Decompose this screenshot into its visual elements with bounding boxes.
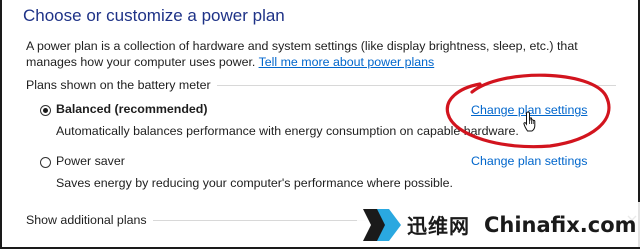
show-additional-plans[interactable]: Show additional plans [26, 213, 366, 227]
power-options-panel: Choose or customize a power plan A power… [0, 0, 640, 249]
balanced-plan-name[interactable]: Balanced (recommended) [56, 102, 207, 116]
watermark-cn: 迅维网 [407, 214, 470, 238]
plans-group-header: Plans shown on the battery meter [26, 78, 616, 92]
additional-divider [152, 219, 366, 221]
page-description: A power plan is a collection of hardware… [26, 38, 616, 70]
power-saver-plan-name[interactable]: Power saver [56, 154, 125, 168]
watermark-en: Chinafix.com [484, 212, 637, 237]
hand-pointer-icon [523, 111, 536, 132]
power-saver-change-settings-link[interactable]: Change plan settings [471, 154, 587, 168]
balanced-plan-description: Automatically balances performance with … [56, 124, 519, 138]
group-divider [216, 84, 616, 86]
power-saver-plan-description: Saves energy by reducing your computer's… [56, 176, 454, 190]
watermark: 迅维网 Chinafix.com [357, 202, 640, 247]
power-saver-radio[interactable] [40, 157, 51, 168]
page-title: Choose or customize a power plan [23, 6, 285, 25]
plans-group-label: Plans shown on the battery meter [26, 78, 211, 92]
learn-more-link[interactable]: Tell me more about power plans [259, 55, 435, 69]
show-additional-label: Show additional plans [26, 213, 147, 227]
balanced-radio[interactable] [40, 105, 51, 116]
arrow-logo-icon [363, 208, 401, 241]
